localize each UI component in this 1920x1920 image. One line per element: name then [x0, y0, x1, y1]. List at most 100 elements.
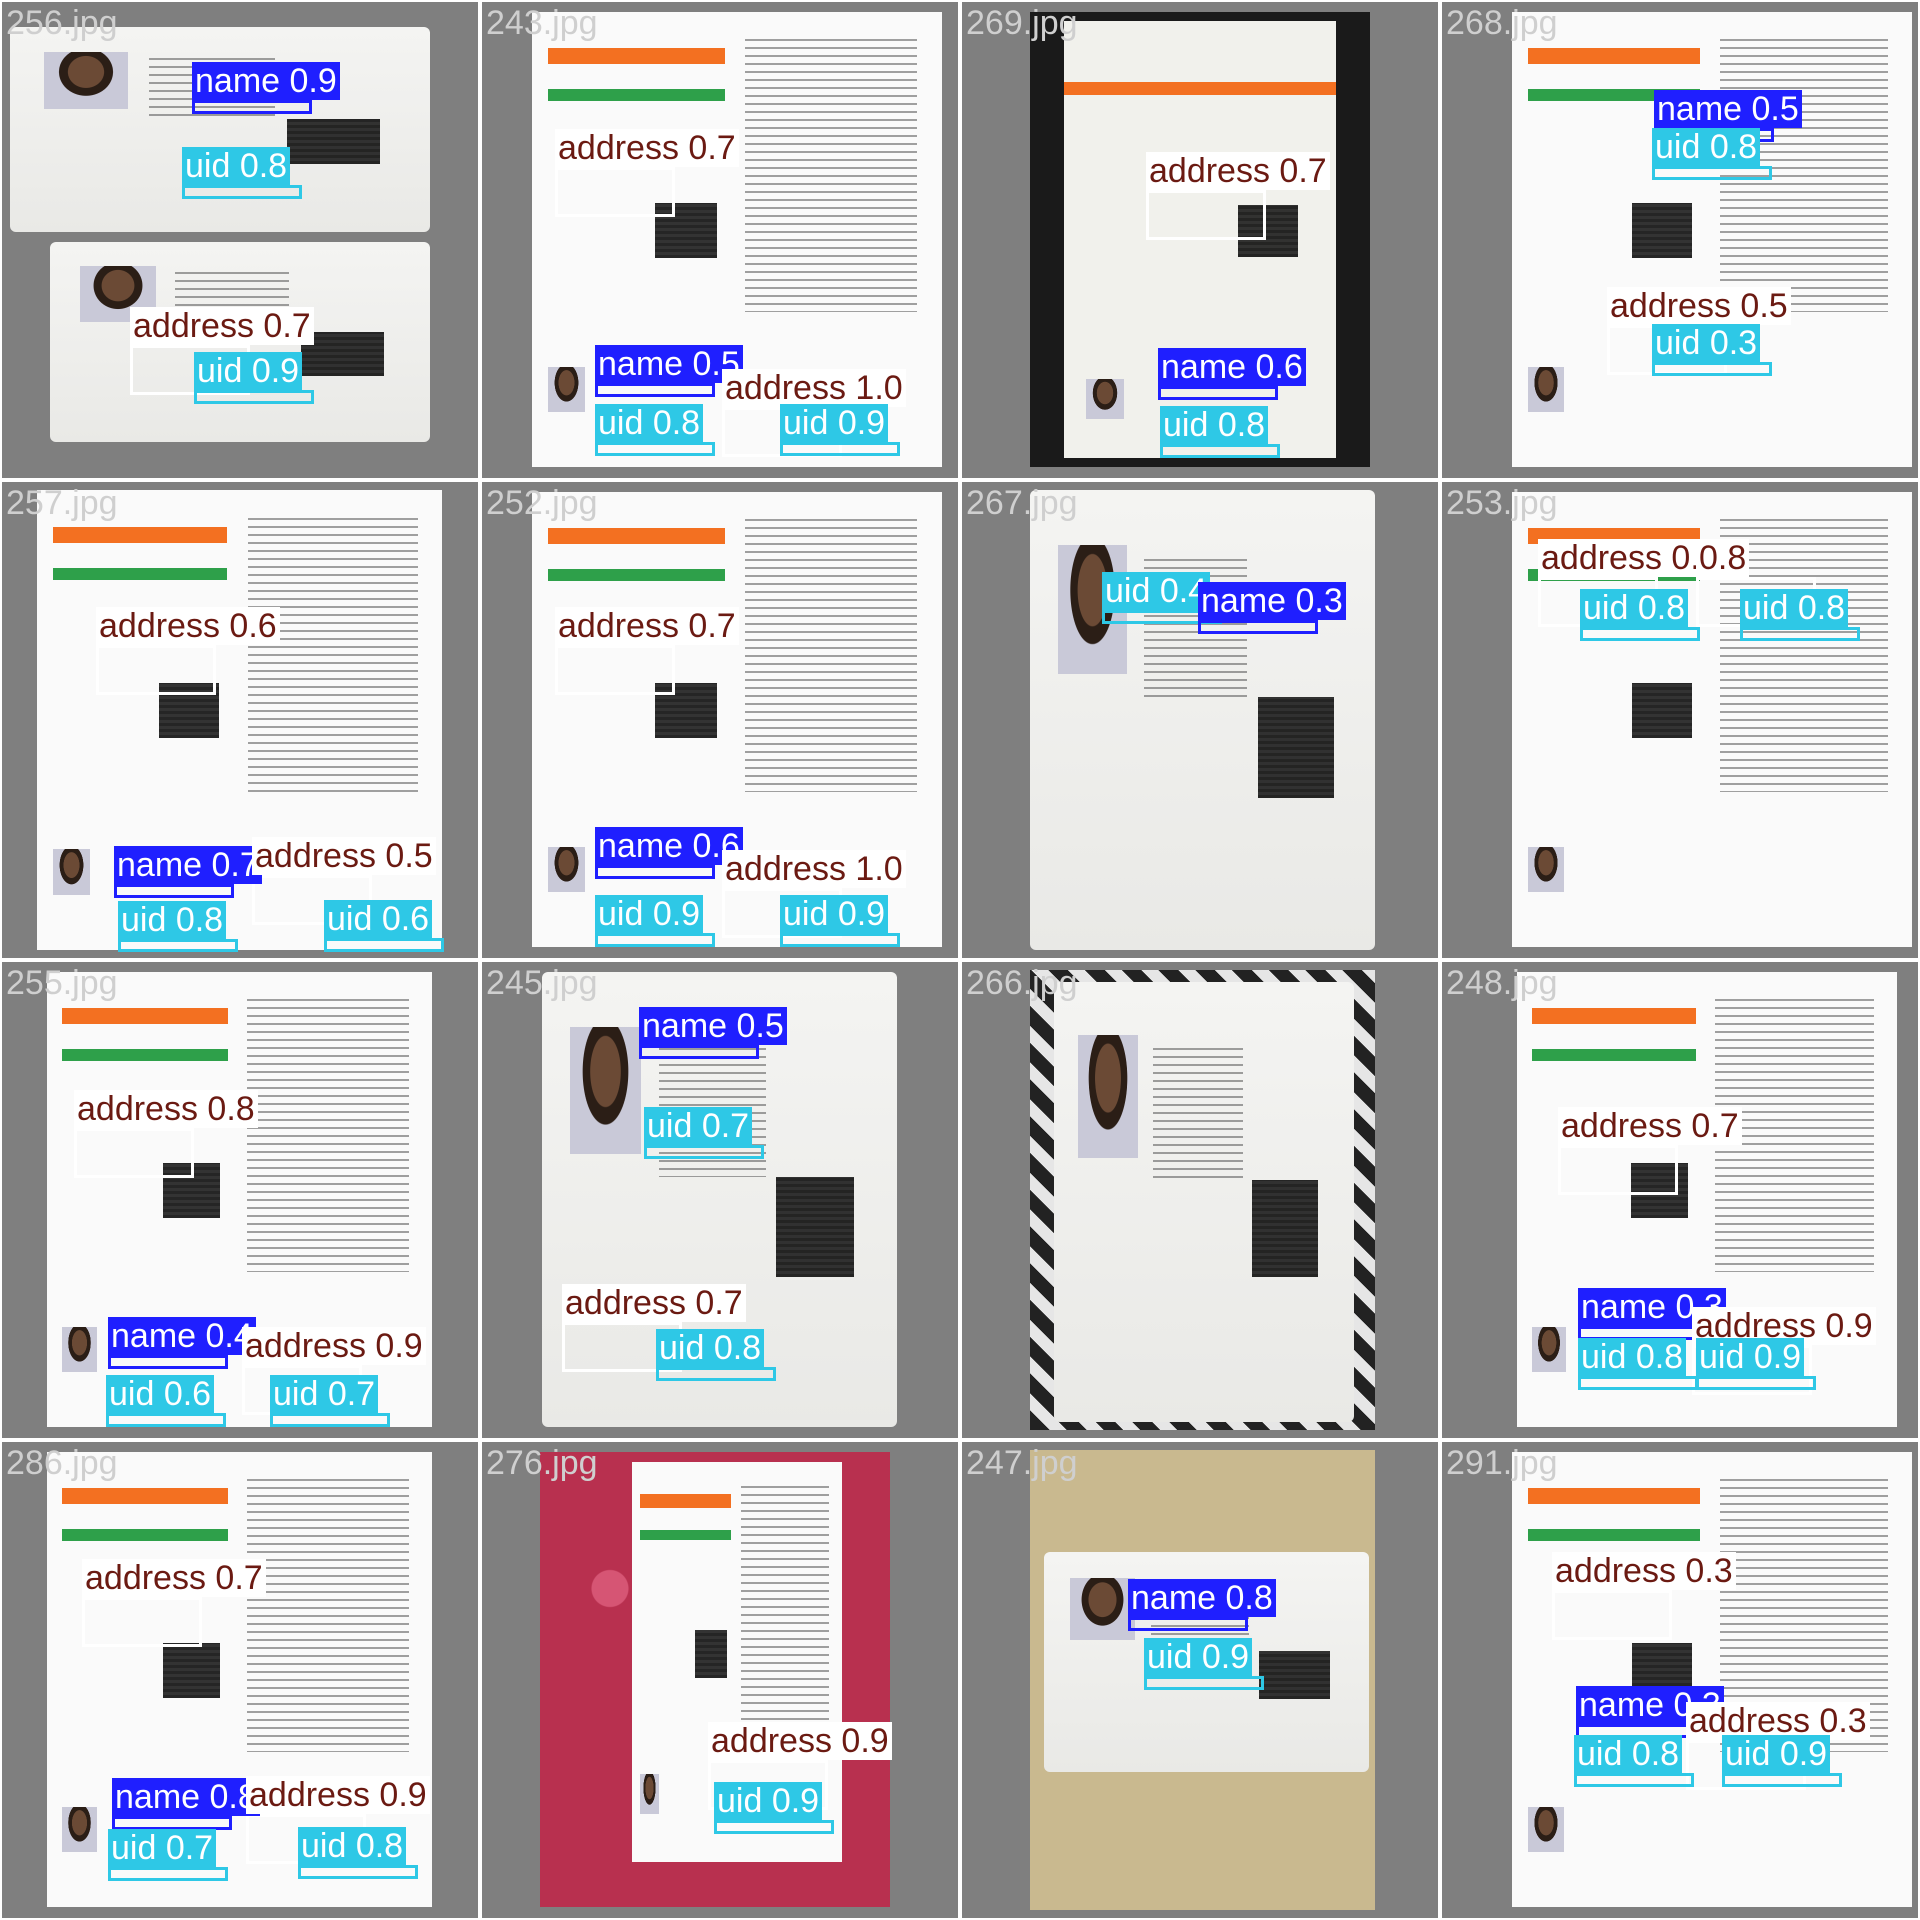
tile-filename: 269.jpg: [966, 4, 1078, 42]
uid-detection-label: uid 0.9: [194, 352, 303, 390]
image-tile: 245.jpg name 0.5 uid 0.7 address 0.7 uid 0.8: [482, 962, 958, 1438]
address-detection-box: [74, 1128, 194, 1178]
tile-filename: 252.jpg: [486, 484, 598, 522]
uid-detection-box: [1160, 444, 1280, 458]
uid-detection-box: [324, 938, 444, 952]
name-detection-label: name 0.5: [595, 345, 743, 383]
name-detection-box: [1158, 386, 1278, 400]
tile-filename: 267.jpg: [966, 484, 1078, 522]
uid-detection-label: uid 0.7: [644, 1107, 753, 1145]
tile-filename: 256.jpg: [6, 4, 118, 42]
portrait-photo: [62, 1326, 98, 1373]
portrait-photo: [1070, 1578, 1135, 1640]
image-tile: 256.jpg name 0.9 uid 0.8 address 0.7 uid 0.9: [2, 2, 478, 478]
document-text-lines: [1153, 1048, 1243, 1180]
uid-detection-label: uid 0.9: [1144, 1638, 1253, 1676]
uid-detection-label: uid 0.8: [656, 1329, 765, 1367]
name-detection-box: [1198, 620, 1318, 634]
uid-detection-label: uid 0.8: [595, 404, 704, 442]
tile-filename: 266.jpg: [966, 964, 1078, 1002]
address-detection-label: address 0.7: [1146, 152, 1330, 190]
uid-detection-label: uid 0.9: [1696, 1338, 1805, 1376]
image-tile: 257.jpg address 0.6 name 0.7 address 0.5 uid…: [2, 482, 478, 958]
address-detection-label: address 0.5: [252, 837, 436, 875]
uid-detection-box: [1580, 627, 1700, 641]
document-text-lines: [247, 999, 409, 1273]
name-detection-label: name 0.6: [595, 827, 743, 865]
uid-detection-label: uid 0.7: [270, 1375, 379, 1413]
uid-detection-label: uid 0.9: [1722, 1735, 1831, 1773]
uid-detection-label: uid 0.8: [1740, 589, 1849, 627]
tile-filename: 248.jpg: [1446, 964, 1558, 1002]
uid-detection-label: uid 0.9: [780, 404, 889, 442]
name-detection-box: [108, 1355, 228, 1369]
image-tile: 253.jpg address 0.5 0.8 uid 0.8 uid 0.8: [1442, 482, 1918, 958]
tile-filename: 245.jpg: [486, 964, 598, 1002]
green-band: [1528, 1529, 1700, 1541]
portrait-photo: [1078, 1034, 1138, 1158]
tile-filename: 286.jpg: [6, 1444, 118, 1482]
image-tile: 266.jpg: [962, 962, 1438, 1438]
address-detection-label: address 0.5: [1607, 287, 1791, 325]
image-tile: 248.jpg address 0.7 name 0.3 address 0.9 uid…: [1442, 962, 1918, 1438]
orange-band: [548, 48, 725, 65]
address-detection-box: [1146, 190, 1266, 240]
uid-detection-label: uid 0.8: [118, 901, 227, 939]
document-photo: [1030, 490, 1375, 950]
uid-detection-label: uid 0.9: [595, 895, 704, 933]
name-detection-label: name 0.4: [108, 1317, 256, 1355]
name-detection-label: name 0.8: [1128, 1579, 1276, 1617]
qr-code: [1258, 1651, 1330, 1700]
qr-code: [1632, 203, 1692, 258]
name-detection-box: [114, 884, 234, 898]
tile-filename: 291.jpg: [1446, 1444, 1558, 1482]
address-detection-label: address 1.0: [722, 850, 906, 888]
name-detection-label: name 0.7: [114, 846, 262, 884]
uid-detection-box: [298, 1865, 418, 1879]
uid-detection-box: [1722, 1773, 1842, 1787]
image-tile: 252.jpg address 0.7 name 0.6 address 1.0 uid…: [482, 482, 958, 958]
address-detection-box: [82, 1597, 202, 1647]
document-text-lines: [247, 517, 418, 794]
uid-detection-label: uid 0.8: [1578, 1338, 1687, 1376]
uid-detection-label: uid 0.8: [1652, 128, 1761, 166]
orange-band: [1532, 1008, 1696, 1025]
portrait-photo: [53, 848, 90, 895]
uid-detection-label: uid 0.7: [108, 1829, 217, 1867]
address-detection-label: address 0.7: [82, 1559, 266, 1597]
tile-filename: 257.jpg: [6, 484, 118, 522]
address-detection-box: [555, 167, 675, 217]
name-detection-label: name 0.3: [1198, 582, 1346, 620]
address-detection-box: [96, 645, 216, 695]
uid-detection-label: uid 0.9: [714, 1782, 823, 1820]
green-band: [640, 1530, 731, 1540]
uid-detection-box: [780, 933, 900, 947]
name-detection-box: [639, 1045, 759, 1059]
tile-filename: 276.jpg: [486, 1444, 598, 1482]
orange-band: [1528, 1488, 1700, 1505]
portrait-photo: [62, 1806, 98, 1853]
name-detection-box: [112, 1816, 232, 1830]
uid-detection-box: [1740, 627, 1860, 641]
image-tile: 247.jpg name 0.8 uid 0.9: [962, 1442, 1438, 1918]
uid-detection-box: [270, 1413, 390, 1427]
uid-detection-label: uid 0.8: [298, 1827, 407, 1865]
portrait-photo: [1528, 1806, 1564, 1853]
address-detection-box: [555, 645, 675, 695]
uid-detection-box: [644, 1145, 764, 1159]
name-detection-label: name 0.6: [1158, 348, 1306, 386]
address-detection-box: [1552, 1590, 1672, 1640]
green-band: [53, 568, 228, 580]
uid-detection-box: [1144, 1676, 1264, 1690]
qr-code: [287, 119, 380, 165]
image-tile: 269.jpg address 0.7 name 0.6 uid 0.8: [962, 2, 1438, 478]
qr-code: [1257, 697, 1334, 799]
portrait-photo: [1085, 379, 1124, 419]
address-detection-label: address 0.9: [242, 1327, 426, 1365]
uid-detection-box: [1696, 1376, 1816, 1390]
portrait-photo: [1528, 366, 1564, 413]
address-detection-label: address 0.7: [1558, 1107, 1742, 1145]
name-detection-label: name 0.5: [1654, 90, 1802, 128]
portrait-photo: [1528, 846, 1564, 893]
orange-band: [62, 1488, 228, 1505]
